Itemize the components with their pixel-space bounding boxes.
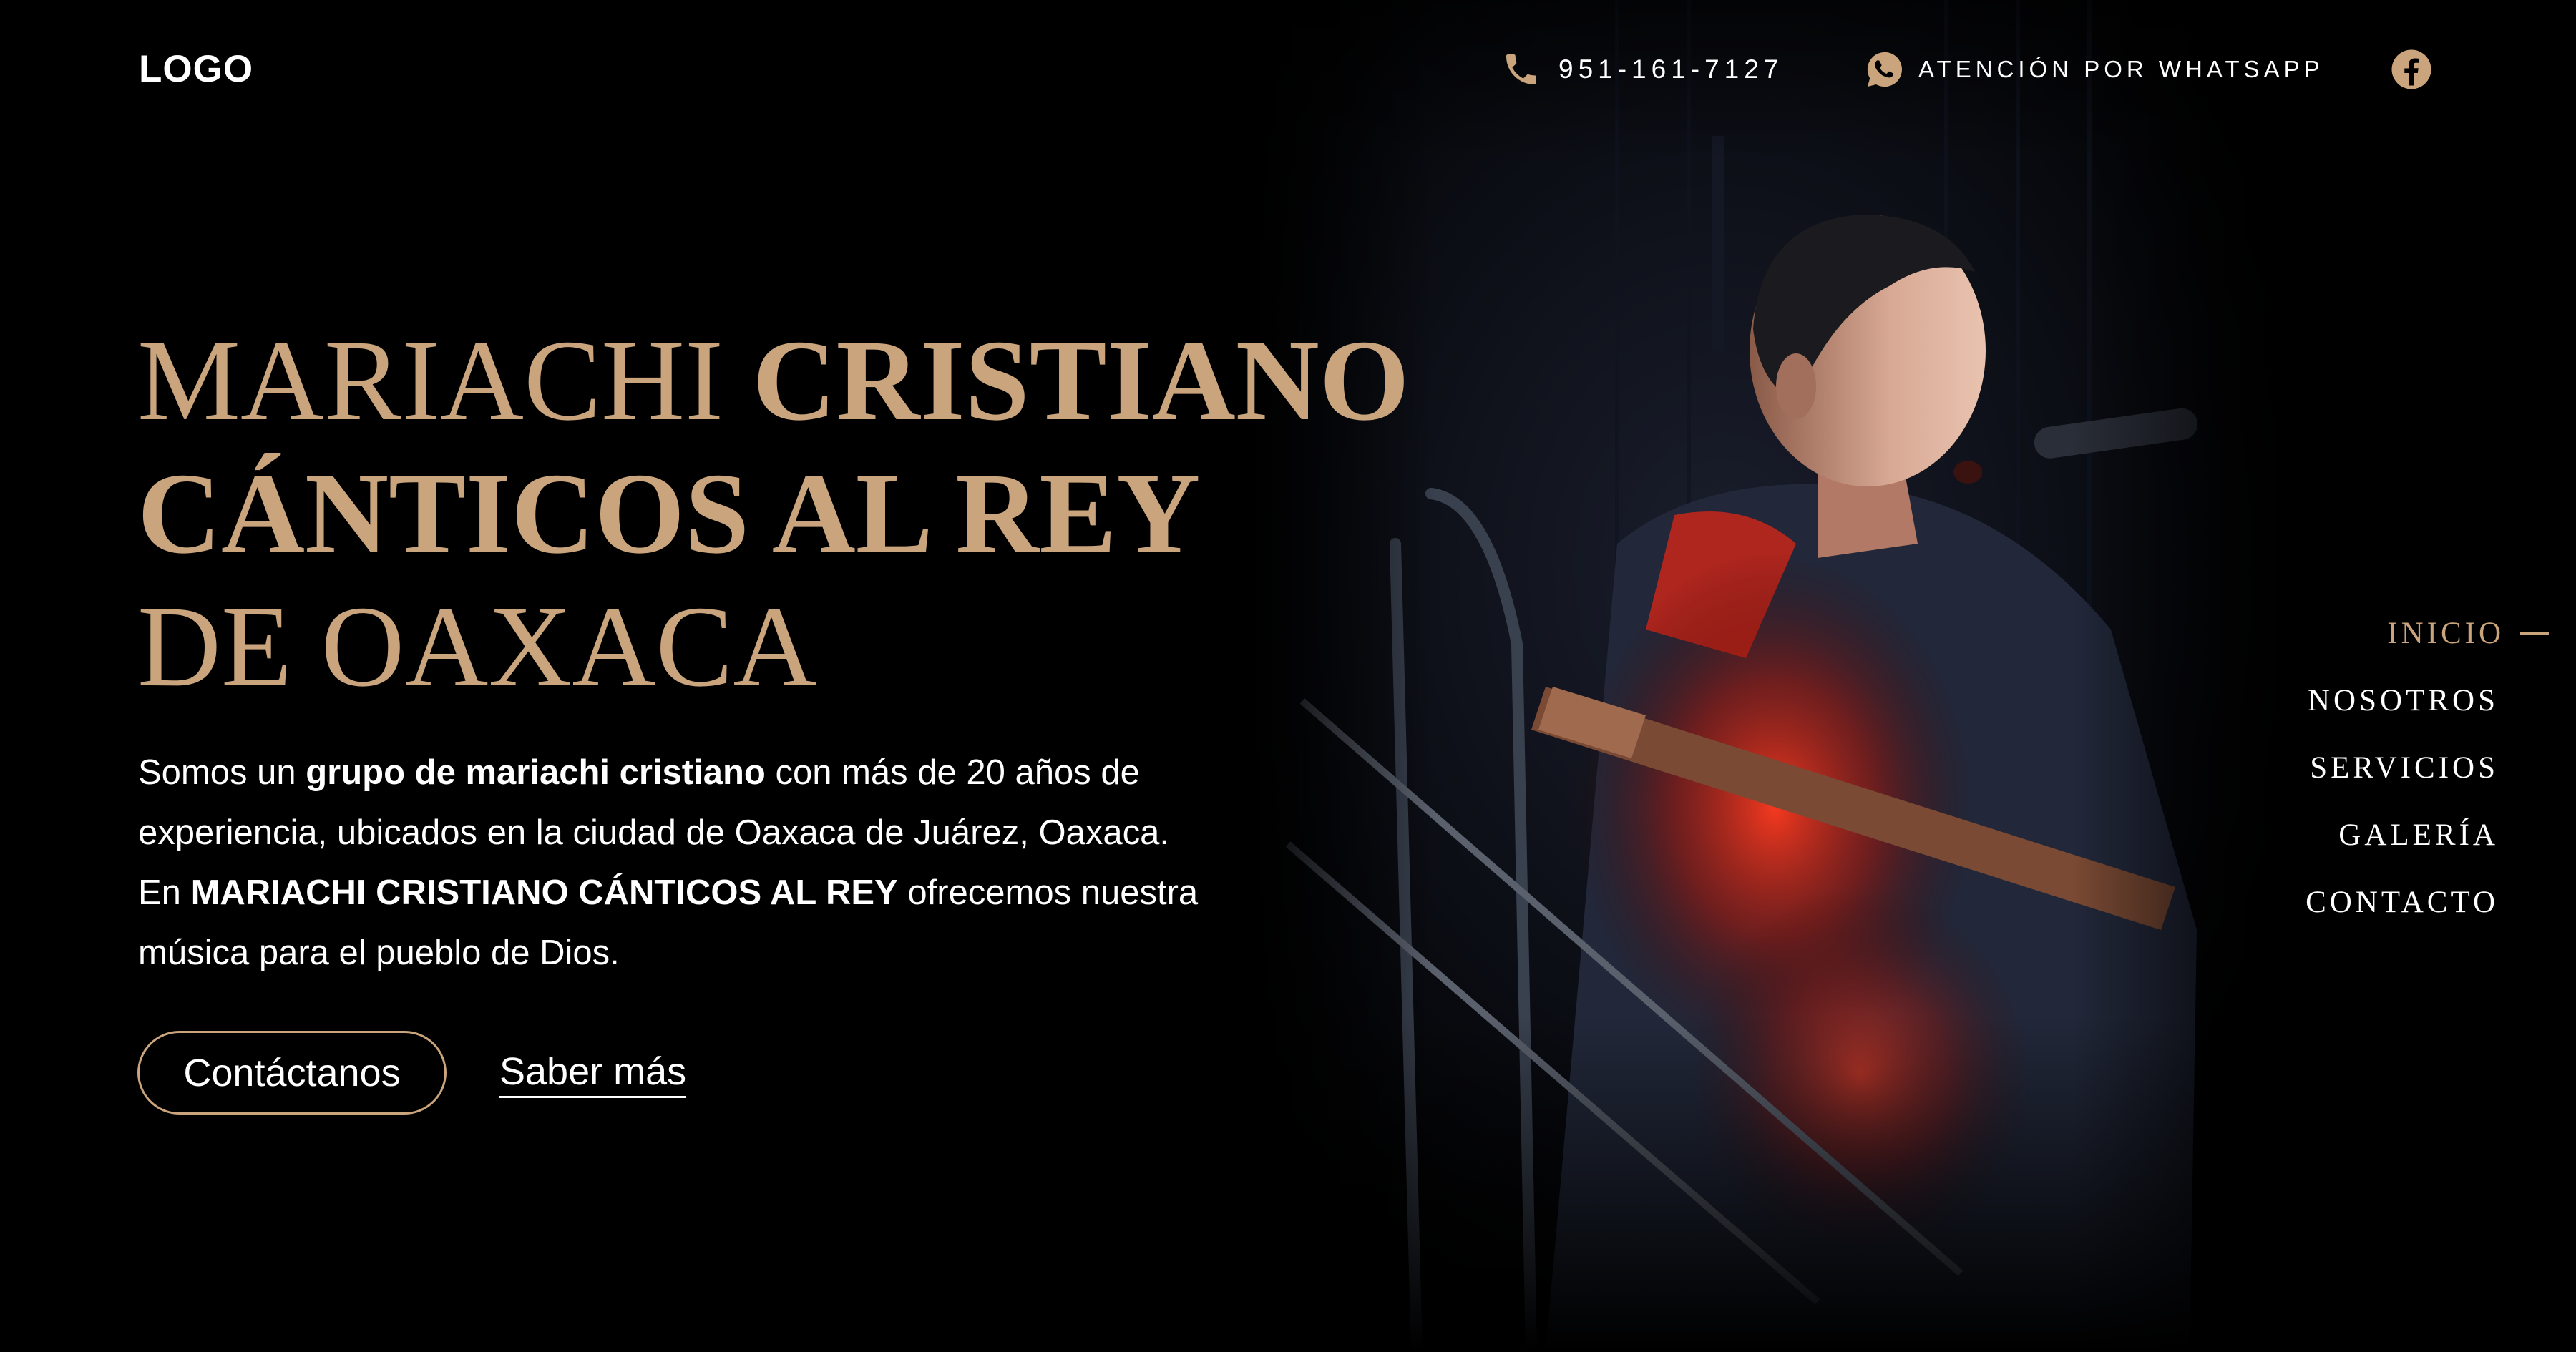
hero-title: MARIACHI CRISTIANO CÁNTICOS AL REY DE OA…	[137, 315, 1410, 714]
hero-title-light-1: MARIACHI	[137, 317, 724, 445]
learn-more-link[interactable]: Saber más	[499, 1049, 687, 1098]
nav-item-label: GALERÍA	[2338, 818, 2499, 852]
nav-item-nosotros[interactable]: NOSOTROS	[2306, 667, 2499, 734]
nav-item-label: NOSOTROS	[2308, 683, 2499, 717]
nav-item-label: CONTACTO	[2306, 885, 2499, 919]
hero-title-line-3: DE OAXACA	[137, 583, 817, 711]
desc-bold: grupo de mariachi cristiano	[306, 753, 766, 792]
facebook-icon	[2390, 48, 2433, 91]
side-nav: INICIO NOSOTROS SERVICIOS GALERÍA CONTAC…	[2306, 599, 2549, 936]
desc-line-4: música para el pueblo de Dios.	[138, 934, 620, 972]
hero-title-bold-1: CRISTIANO	[752, 317, 1410, 445]
phone-icon	[1501, 49, 1541, 89]
hero-description: Somos un grupo de mariachi cristiano con…	[138, 743, 1297, 983]
phone-number: 951-161-7127	[1558, 54, 1784, 84]
desc-bold: MARIACHI CRISTIANO CÁNTICOS AL REY	[190, 873, 898, 912]
desc-text: Somos un	[138, 753, 306, 792]
whatsapp-link[interactable]: ATENCIÓN POR WHATSAPP	[1864, 44, 2324, 94]
nav-item-galeria[interactable]: GALERÍA	[2306, 801, 2499, 868]
logo[interactable]: LOGO	[139, 47, 253, 91]
desc-line-1: Somos un grupo de mariachi cristiano con…	[138, 743, 1297, 803]
desc-text: En	[138, 873, 191, 912]
hero-title-line-2: CÁNTICOS AL REY	[137, 450, 1201, 578]
active-indicator	[2520, 632, 2549, 635]
hero-title-line-1: MARIACHI CRISTIANO	[137, 315, 1410, 448]
nav-item-label: SERVICIOS	[2310, 750, 2499, 785]
desc-line-3: En MARIACHI CRISTIANO CÁNTICOS AL REY of…	[138, 863, 1297, 923]
desc-text: con más de 20 años de	[765, 753, 1140, 792]
desc-text: ofrecemos nuestra	[897, 873, 1199, 912]
contact-button[interactable]: Contáctanos	[137, 1031, 447, 1115]
nav-item-servicios[interactable]: SERVICIOS	[2306, 734, 2499, 801]
nav-item-label: INICIO	[2387, 616, 2504, 650]
facebook-link[interactable]	[2390, 44, 2433, 94]
nav-item-contacto[interactable]: CONTACTO	[2306, 868, 2499, 936]
whatsapp-icon	[1864, 49, 1906, 90]
nav-item-inicio[interactable]: INICIO	[2306, 599, 2549, 667]
phone-link[interactable]: 951-161-7127	[1501, 44, 1783, 94]
desc-line-2: experiencia, ubicados en la ciudad de Oa…	[138, 813, 1169, 852]
whatsapp-label: ATENCIÓN POR WHATSAPP	[1918, 56, 2324, 82]
